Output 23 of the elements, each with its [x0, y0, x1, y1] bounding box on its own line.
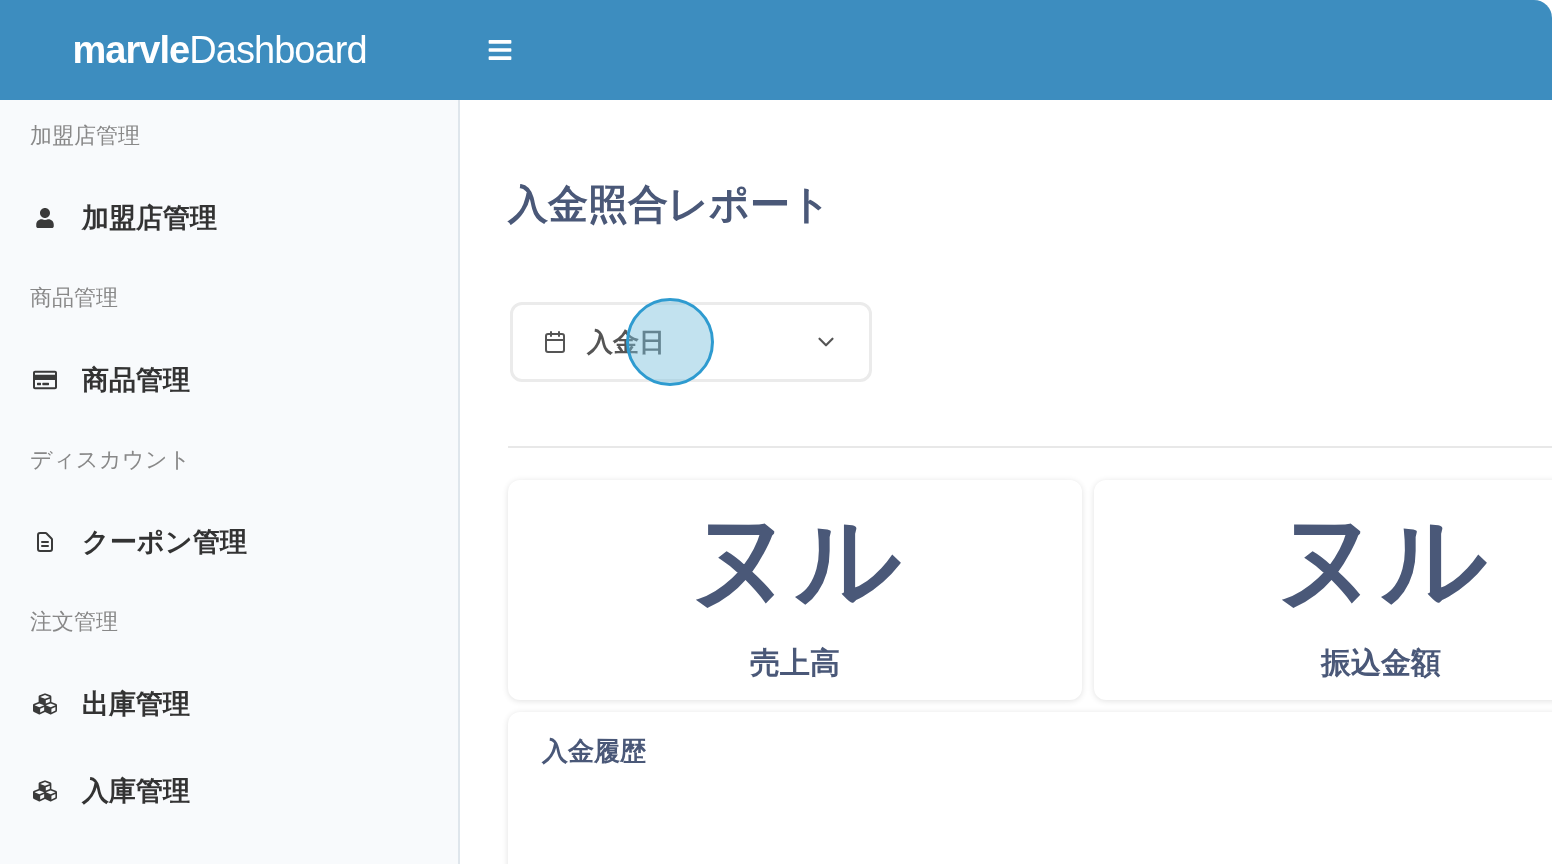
menu-button[interactable]: [487, 37, 513, 63]
cubes-icon: [33, 692, 57, 716]
sidebar-item[interactable]: 商品管理: [30, 338, 428, 422]
section-label: 商品管理: [30, 284, 119, 312]
sidebar-item[interactable]: クーポン管理: [30, 500, 428, 584]
calendar-icon: [543, 330, 567, 354]
section-label: ディスカウント: [30, 446, 192, 474]
page-title: 入金照合レポート: [508, 184, 831, 228]
sidebar-item[interactable]: 加盟店管理: [30, 176, 428, 260]
stat-value: ヌル: [689, 508, 901, 612]
section-label: 加盟店管理: [30, 122, 141, 150]
logo: marvleDashboard: [72, 27, 367, 73]
stat-label: 売上高: [750, 645, 840, 681]
user-icon: [35, 208, 55, 228]
cubes-icon: [33, 779, 57, 803]
stat-label: 振込金額: [1321, 645, 1441, 681]
section-label: 注文管理: [30, 608, 119, 636]
stat-value: ヌル: [1275, 508, 1487, 612]
credit-card-icon: [33, 368, 57, 392]
sidebar-item[interactable]: 出庫管理: [30, 662, 428, 746]
card-title: 入金履歴: [542, 736, 646, 766]
sidebar-item[interactable]: 入庫管理: [30, 749, 428, 833]
menu-icon: [487, 37, 513, 63]
